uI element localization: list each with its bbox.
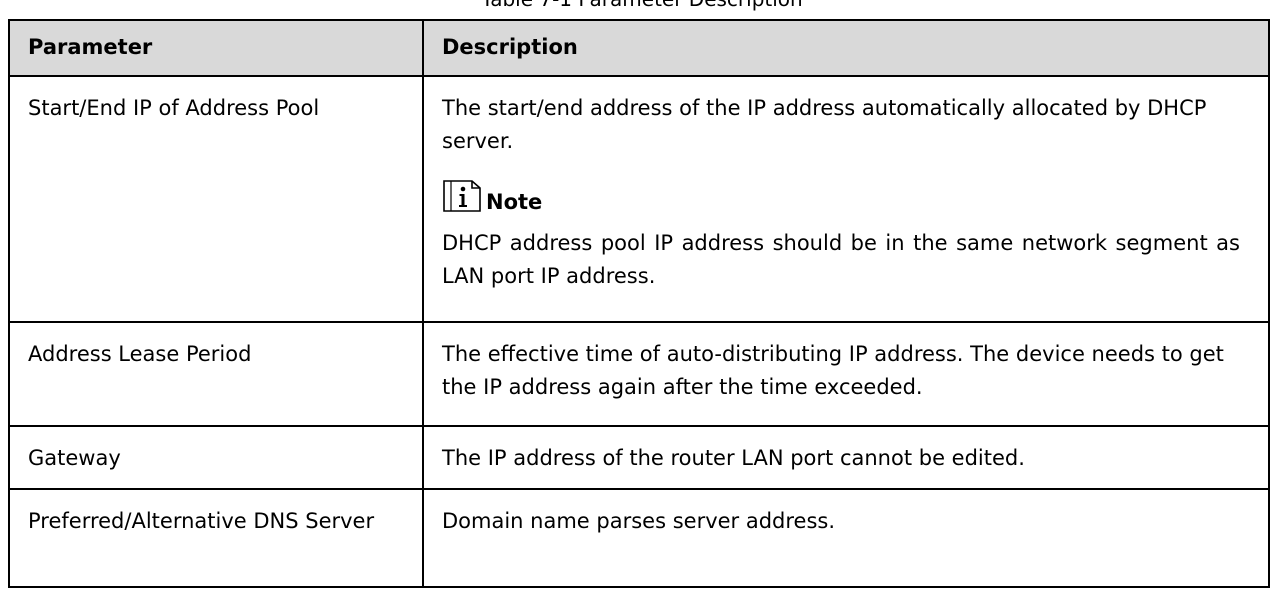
description-cell: Domain name parses server address. [422,488,1270,588]
note-heading: Note [442,178,1240,214]
parameter-cell: Preferred/Alternative DNS Server [8,488,424,588]
description-cell: The IP address of the router LAN port ca… [422,425,1270,490]
table-caption: Table 7-1 Parameter Description [0,0,1284,13]
description-text: The start/end address of the IP address … [442,96,1207,153]
table-row: Address Lease Period The effective time … [8,321,1270,427]
parameter-cell: Start/End IP of Address Pool [8,75,424,323]
note-block: Note DHCP address pool IP address should… [442,178,1240,293]
parameter-cell: Gateway [8,425,424,490]
table-header: Parameter Description [8,19,1270,77]
header-row: Parameter Description [8,19,1270,77]
table-row: Start/End IP of Address Pool The start/e… [8,75,1270,323]
table-body: Start/End IP of Address Pool The start/e… [8,75,1270,588]
document-page: Table 7-1 Parameter Description Paramete… [0,0,1284,616]
parameter-cell: Address Lease Period [8,321,424,427]
description-cell: The start/end address of the IP address … [422,75,1270,323]
description-cell: The effective time of auto-distributing … [422,321,1270,427]
table-row: Preferred/Alternative DNS Server Domain … [8,488,1270,588]
note-label: Note [486,190,543,214]
table-row: Gateway The IP address of the router LAN… [8,425,1270,490]
header-description: Description [422,19,1270,77]
header-parameter: Parameter [8,19,424,77]
note-text: DHCP address pool IP address should be i… [442,231,1240,288]
parameter-table: Parameter Description Start/End IP of Ad… [8,19,1270,588]
note-book-icon [442,178,484,214]
